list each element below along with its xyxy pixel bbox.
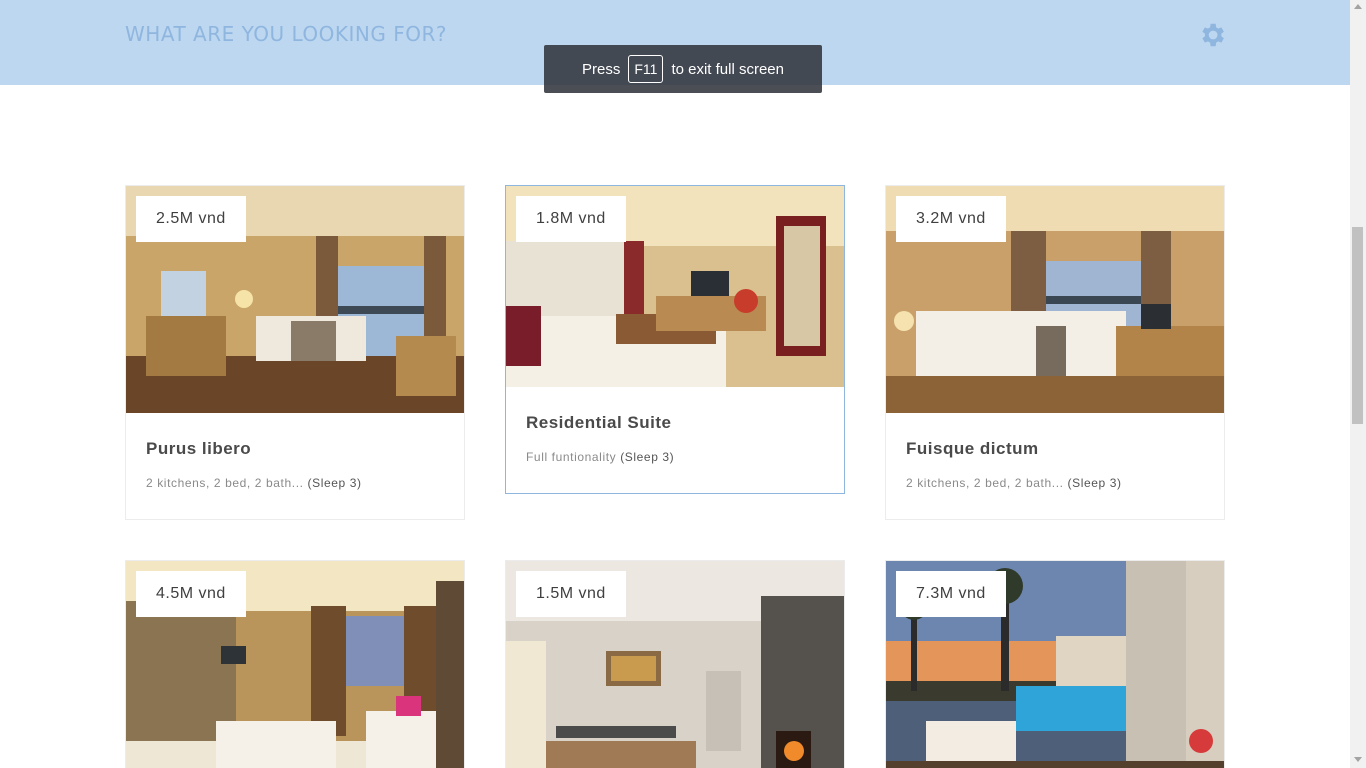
room-photo[interactable]: 2.5M vnd (126, 186, 464, 413)
toast-press-text: Press (582, 60, 621, 78)
room-description: Full funtionality (Sleep 3) (526, 450, 674, 464)
room-price: 3.2M vnd (896, 196, 1006, 242)
room-price: 7.3M vnd (896, 571, 1006, 617)
room-photo[interactable]: 4.5M vnd (126, 561, 464, 768)
room-photo[interactable]: 1.5M vnd (506, 561, 844, 768)
room-card[interactable]: 3.2M vnd Fuisque dictum 2 kitchens, 2 be… (885, 185, 1225, 520)
room-description: 2 kitchens, 2 bed, 2 bath... (Sleep 3) (906, 476, 1122, 490)
room-features: 2 kitchens, 2 bed, 2 bath... (146, 476, 304, 490)
room-features: 2 kitchens, 2 bed, 2 bath... (906, 476, 1064, 490)
search-prompt[interactable]: WHAT ARE YOU LOOKING FOR? (125, 22, 447, 46)
room-name[interactable]: Residential Suite (526, 413, 671, 433)
room-price: 1.5M vnd (516, 571, 626, 617)
room-card[interactable]: 4.5M vnd (125, 560, 465, 768)
scrollbar-thumb[interactable] (1352, 227, 1363, 424)
fullscreen-toast: Press F11 to exit full screen (544, 45, 822, 93)
scroll-down-arrow-icon[interactable] (1354, 757, 1362, 762)
scroll-up-arrow-icon[interactable] (1354, 4, 1362, 9)
room-name[interactable]: Purus libero (146, 439, 251, 459)
f11-key: F11 (628, 55, 664, 83)
room-capacity: (Sleep 3) (1067, 476, 1122, 490)
room-card[interactable]: 1.8M vnd Residential Suite Full funtiona… (505, 185, 845, 494)
room-photo[interactable]: 3.2M vnd (886, 186, 1224, 413)
room-price: 2.5M vnd (136, 196, 246, 242)
room-price: 4.5M vnd (136, 571, 246, 617)
toast-exit-text: to exit full screen (671, 60, 784, 78)
room-capacity: (Sleep 3) (620, 450, 675, 464)
page: WHAT ARE YOU LOOKING FOR? 2.5M vnd Purus… (0, 0, 1350, 768)
room-card[interactable]: 2.5M vnd Purus libero 2 kitchens, 2 bed,… (125, 185, 465, 520)
room-capacity: (Sleep 3) (307, 476, 362, 490)
room-card[interactable]: 7.3M vnd (885, 560, 1225, 768)
scrollbar[interactable] (1350, 0, 1366, 768)
room-card[interactable]: 1.5M vnd (505, 560, 845, 768)
room-photo[interactable]: 1.8M vnd (506, 186, 844, 387)
room-features: Full funtionality (526, 450, 617, 464)
room-name[interactable]: Fuisque dictum (906, 439, 1039, 459)
room-price: 1.8M vnd (516, 196, 626, 242)
gear-icon[interactable] (1197, 20, 1227, 50)
room-description: 2 kitchens, 2 bed, 2 bath... (Sleep 3) (146, 476, 362, 490)
room-photo[interactable]: 7.3M vnd (886, 561, 1224, 768)
